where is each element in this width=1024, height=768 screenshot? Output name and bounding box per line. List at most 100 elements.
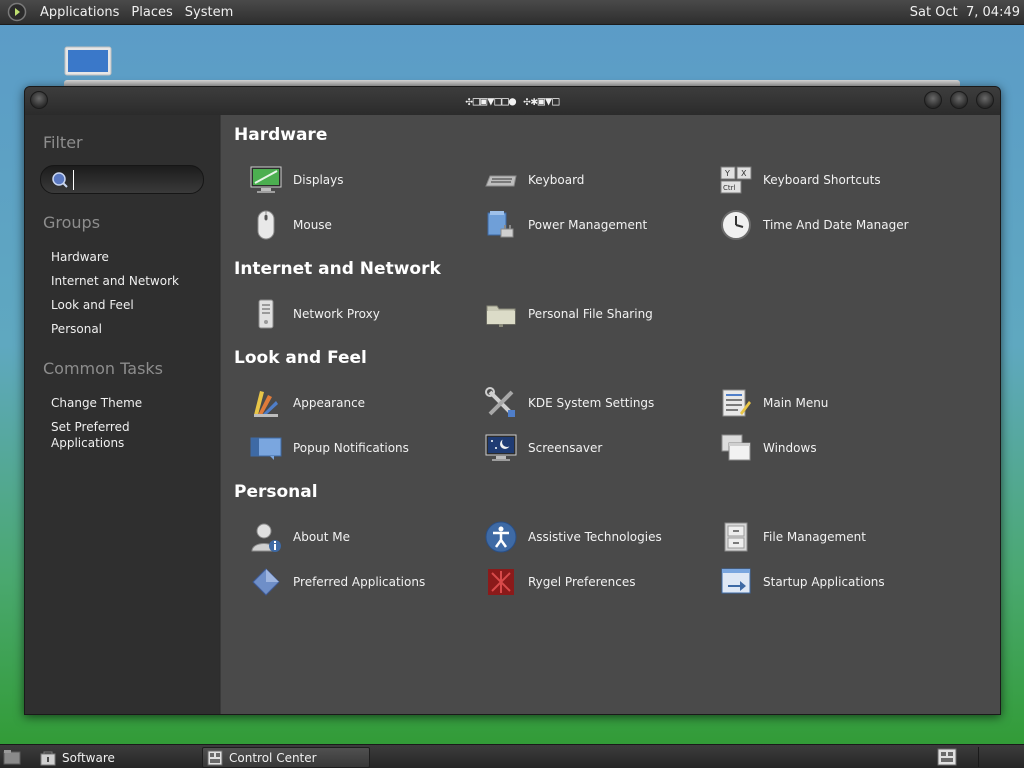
item-label: Personal File Sharing xyxy=(528,307,653,321)
item-keyboard-shortcuts[interactable]: Y X Ctrl Keyboard Shortcuts xyxy=(719,162,881,198)
places-menu[interactable]: Places xyxy=(125,5,178,20)
item-mouse[interactable]: Mouse xyxy=(249,207,332,243)
rygel-icon xyxy=(484,565,518,599)
item-time-and-date-manager[interactable]: Time And Date Manager xyxy=(719,207,909,243)
item-label: Keyboard xyxy=(528,173,585,187)
network-proxy-icon xyxy=(249,297,283,331)
startup-applications-icon xyxy=(719,565,753,599)
appearance-icon xyxy=(249,386,283,420)
item-label: Time And Date Manager xyxy=(763,218,909,232)
folder-share-icon xyxy=(484,297,518,331)
item-windows[interactable]: Windows xyxy=(719,430,817,466)
search-icon xyxy=(52,171,68,188)
maximize-button[interactable] xyxy=(950,91,968,109)
filter-input[interactable] xyxy=(73,169,193,190)
section-title-hardware: Hardware xyxy=(234,125,328,145)
item-main-menu[interactable]: Main Menu xyxy=(719,385,828,421)
section-title-look-and-feel: Look and Feel xyxy=(234,348,367,368)
system-menu[interactable]: System xyxy=(179,5,239,20)
keyboard-icon xyxy=(484,163,518,197)
close-button[interactable] xyxy=(976,91,994,109)
main-menu-icon xyxy=(719,386,753,420)
computer-desktop-icon[interactable] xyxy=(64,46,112,80)
sidebar: Filter Groups Hardware Internet and Netw… xyxy=(25,115,219,714)
clock[interactable]: Sat Oct 7, 04:49 xyxy=(910,5,1020,20)
taskbar-label: Software xyxy=(62,750,115,765)
keyboard-shortcuts-icon: Y X Ctrl xyxy=(719,163,753,197)
item-label: Main Menu xyxy=(763,396,829,410)
item-file-management[interactable]: File Management xyxy=(719,519,866,555)
taskbar-item-control-center[interactable]: Control Center xyxy=(202,747,370,768)
item-label: Mouse xyxy=(293,218,332,232)
groups-heading: Groups xyxy=(43,213,101,232)
section-title-internet-and-network: Internet and Network xyxy=(234,259,441,279)
item-appearance[interactable]: Appearance xyxy=(249,385,365,421)
item-label: Startup Applications xyxy=(763,575,885,589)
item-personal-file-sharing[interactable]: Personal File Sharing xyxy=(484,296,653,332)
item-label: About Me xyxy=(293,530,351,544)
settings-content: Hardware Displays Keyboard Y X Ctrl Keyb… xyxy=(220,115,1000,714)
item-keyboard[interactable]: Keyboard xyxy=(484,162,584,198)
item-assistive-technologies[interactable]: Assistive Technologies xyxy=(484,519,662,555)
control-center-window: ✣□▣▼□□● ✣✱▣▼□ Filter Groups Hardware Int… xyxy=(24,86,1001,715)
item-popup-notifications[interactable]: Popup Notifications xyxy=(249,430,409,466)
panel-separator xyxy=(978,747,979,767)
item-kde-system-settings[interactable]: KDE System Settings xyxy=(484,385,654,421)
item-label: Appearance xyxy=(293,396,366,410)
item-label: Rygel Preferences xyxy=(528,575,636,589)
item-label: Popup Notifications xyxy=(293,441,409,455)
item-label: Assistive Technologies xyxy=(528,530,662,544)
top-panel: Applications Places System Sat Oct 7, 04… xyxy=(0,0,1024,25)
tray-control-center-icon[interactable] xyxy=(937,748,957,766)
svg-text:X: X xyxy=(741,169,747,178)
section-title-personal: Personal xyxy=(234,482,318,502)
mouse-icon xyxy=(249,208,283,242)
show-desktop-icon[interactable] xyxy=(3,748,21,766)
item-rygel-preferences[interactable]: Rygel Preferences xyxy=(484,564,636,600)
filter-search-box[interactable] xyxy=(40,165,204,194)
tools-icon xyxy=(484,386,518,420)
item-power-management[interactable]: Power Management xyxy=(484,207,647,243)
item-label: Preferred Applications xyxy=(293,575,426,589)
displays-icon xyxy=(249,163,283,197)
file-cabinet-icon xyxy=(719,520,753,554)
clock-icon xyxy=(719,208,753,242)
software-icon xyxy=(40,751,56,765)
filter-heading: Filter xyxy=(43,133,83,152)
item-screensaver[interactable]: Screensaver xyxy=(484,430,602,466)
accessibility-icon xyxy=(484,520,518,554)
item-about-me[interactable]: About Me xyxy=(249,519,350,555)
power-management-icon xyxy=(484,208,518,242)
group-link-hardware[interactable]: Hardware xyxy=(51,249,201,265)
item-label: Network Proxy xyxy=(293,307,380,321)
item-label: File Management xyxy=(763,530,866,544)
distro-logo-icon[interactable] xyxy=(6,1,28,23)
group-link-internet-and-network[interactable]: Internet and Network xyxy=(51,273,201,289)
item-label: Keyboard Shortcuts xyxy=(763,173,881,187)
item-label: Power Management xyxy=(528,218,648,232)
minimize-button[interactable] xyxy=(924,91,942,109)
titlebar[interactable]: ✣□▣▼□□● ✣✱▣▼□ xyxy=(25,87,1000,115)
user-info-icon xyxy=(249,520,283,554)
item-startup-applications[interactable]: Startup Applications xyxy=(719,564,885,600)
common-tasks-heading: Common Tasks xyxy=(43,359,164,378)
item-network-proxy[interactable]: Network Proxy xyxy=(249,296,380,332)
group-link-personal[interactable]: Personal xyxy=(51,321,201,337)
applications-menu[interactable]: Applications xyxy=(34,5,125,20)
screensaver-icon xyxy=(484,431,518,465)
window-menu-button[interactable] xyxy=(30,91,48,109)
window-title: ✣□▣▼□□● ✣✱▣▼□ xyxy=(465,94,560,108)
item-label: Displays xyxy=(293,173,344,187)
task-link-set-preferred-applications[interactable]: Set Preferred Applications xyxy=(51,419,151,451)
item-displays[interactable]: Displays xyxy=(249,162,343,198)
svg-text:Y: Y xyxy=(724,169,730,178)
taskbar-item-software[interactable]: Software xyxy=(36,747,198,768)
preferred-applications-icon xyxy=(249,565,283,599)
task-link-change-theme[interactable]: Change Theme xyxy=(51,395,201,411)
bottom-panel: Software Control Center xyxy=(0,744,1024,768)
item-preferred-applications[interactable]: Preferred Applications xyxy=(249,564,425,600)
group-link-look-and-feel[interactable]: Look and Feel xyxy=(51,297,201,313)
item-label: Windows xyxy=(763,441,817,455)
control-center-icon xyxy=(207,750,223,765)
taskbar-label: Control Center xyxy=(229,750,317,765)
